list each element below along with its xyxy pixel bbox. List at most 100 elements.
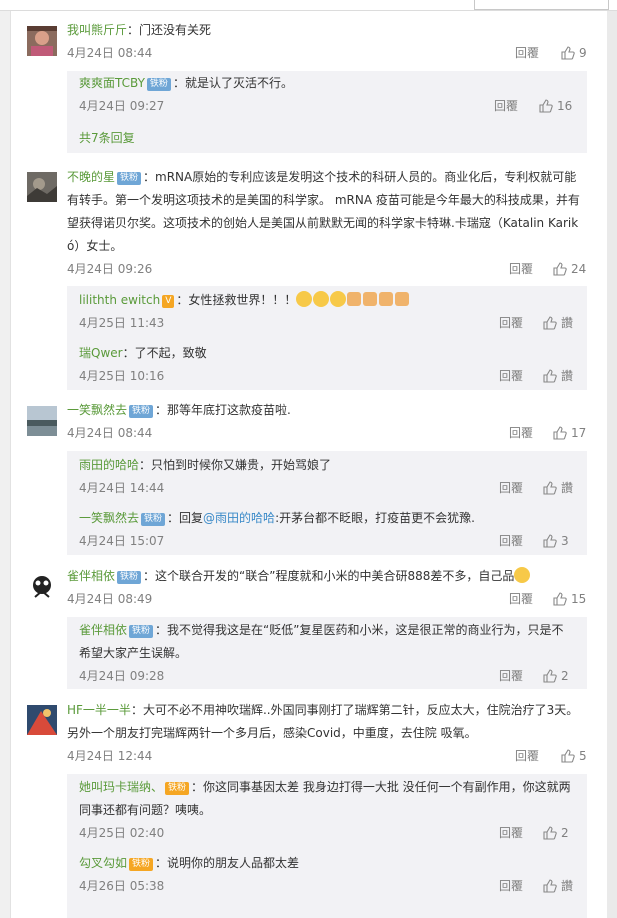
reply-text: ：说明你的朋友人品都太差 xyxy=(155,856,300,870)
comment-text: ：mRNA原始的专利应该是发明这个技术的科研人员的。商业化后，专利权就可能有转手… xyxy=(67,170,580,253)
like-button[interactable]: 讚 xyxy=(543,477,573,499)
comment: 雀伴相依 铁粉 ：这个联合开发的“联合”程度就和小米的中美合研888差不多，自己品 … xyxy=(67,565,587,610)
avatar[interactable] xyxy=(27,26,57,56)
timestamp: 4月25日 10:16 xyxy=(79,369,165,383)
reply-button[interactable]: 回覆 xyxy=(499,477,523,499)
thumbs-up-icon xyxy=(553,592,567,606)
username[interactable]: 雨田的哈哈 xyxy=(79,458,139,472)
comment-text: ：这个联合开发的“联合”程度就和小米的中美合研888差不多，自己品 xyxy=(143,569,515,583)
thumbs-emoji-icon xyxy=(395,292,410,306)
like-button[interactable]: 9 xyxy=(561,42,587,64)
timestamp: 4月24日 09:28 xyxy=(79,669,165,683)
like-button[interactable]: 讚 xyxy=(543,365,573,387)
comment: HF一半一半：大可不必不用神吹瑞辉..外国同事刚打了瑞辉第二针，反应太大，住院治… xyxy=(67,699,587,767)
username[interactable]: 一笑飘然去 xyxy=(67,403,127,417)
thumbs-up-icon xyxy=(543,826,557,840)
like-count: 讚 xyxy=(561,316,574,330)
thumbs-emoji-icon xyxy=(379,292,394,306)
username[interactable]: lilithth ewitch xyxy=(79,293,160,307)
timestamp: 4月26日 05:38 xyxy=(79,879,165,893)
thumbs-up-icon xyxy=(543,369,557,383)
fan-badge: 铁粉 xyxy=(117,571,142,584)
timestamp: 4月24日 14:44 xyxy=(79,481,165,495)
like-count: 16 xyxy=(557,99,573,113)
like-button[interactable]: 5 xyxy=(561,745,587,767)
username[interactable]: 我叫熊斤斤 xyxy=(67,23,127,37)
sub-replies: 雀伴相依 铁粉 ：我不觉得我这是在“贬低”复星医药和小米，这是很正常的商业行为，只是… xyxy=(67,617,587,689)
like-count: 3 xyxy=(561,534,569,548)
browser-top-edge xyxy=(0,0,617,11)
username[interactable]: 爽爽面TCBY xyxy=(79,76,145,90)
avatar[interactable] xyxy=(27,406,57,436)
tab-edge xyxy=(474,0,609,10)
reply-button[interactable]: 回覆 xyxy=(509,258,533,280)
thumbs-up-icon xyxy=(539,99,553,113)
thumbs-up-icon xyxy=(561,749,575,763)
reply-button[interactable]: 回覆 xyxy=(499,665,523,687)
reply-button[interactable]: 回覆 xyxy=(499,365,523,387)
avatar[interactable] xyxy=(27,571,57,601)
username[interactable]: 雀伴相依 xyxy=(79,623,127,637)
avatar[interactable] xyxy=(27,172,57,202)
thumbs-up-icon xyxy=(543,669,557,683)
like-button[interactable]: 讚 xyxy=(543,875,573,897)
crying-emoji-icon xyxy=(330,291,347,307)
mention-link[interactable]: @雨田的哈哈 xyxy=(203,511,275,525)
like-count: 2 xyxy=(561,826,569,840)
reply-button[interactable]: 回覆 xyxy=(499,822,523,844)
like-button[interactable]: 24 xyxy=(553,258,586,280)
like-count: 24 xyxy=(571,262,587,276)
avatar[interactable] xyxy=(27,705,57,735)
fan-badge: 铁粉 xyxy=(129,405,154,418)
username[interactable]: 不晚的星 xyxy=(67,170,115,184)
reply-button[interactable]: 回覆 xyxy=(499,530,523,552)
comment: 一笑飘然去 铁粉 ：那等年底打这款疫苗啦. 4月24日 08:44 回覆 17 xyxy=(67,399,587,444)
like-count: 15 xyxy=(571,592,587,606)
reply-button[interactable]: 回覆 xyxy=(509,422,533,444)
like-count: 讚 xyxy=(561,879,574,893)
thumbs-up-icon xyxy=(543,316,557,330)
reply-button[interactable]: 回覆 xyxy=(515,42,539,64)
like-count: 讚 xyxy=(561,369,574,383)
reply-text: ：就是认了灭活不行。 xyxy=(172,76,293,90)
comment-text: ：大可不必不用神吹瑞辉..外国同事刚打了瑞辉第二针，反应太大，住院治疗了3天。另… xyxy=(67,703,579,740)
thumbs-up-icon xyxy=(543,879,557,893)
like-button[interactable]: 2 xyxy=(543,665,569,687)
reply-button[interactable]: 回覆 xyxy=(499,875,523,897)
username[interactable]: HF一半一半 xyxy=(67,703,131,717)
sub-replies: 雨田的哈哈：只怕到时候你又嫌贵，开始骂娘了 4月24日 14:44 回覆 讚 一… xyxy=(67,451,587,555)
username[interactable]: 她叫玛卡瑞纳、 xyxy=(79,780,163,794)
timestamp: 4月24日 09:27 xyxy=(79,99,165,113)
reply-text: ：只怕到时候你又嫌贵，开始骂娘了 xyxy=(139,458,332,472)
reply-button[interactable]: 回覆 xyxy=(499,312,523,334)
sub-replies: lilithth ewitch V ：女性拯救世界！！！ 4月25日 11:43 回… xyxy=(67,286,587,390)
thumbs-up-icon xyxy=(543,481,557,495)
timestamp: 4月24日 08:44 xyxy=(67,46,153,60)
fan-badge: 铁粉 xyxy=(129,625,154,638)
like-count: 讚 xyxy=(561,481,574,495)
thumbs-up-icon xyxy=(561,46,575,60)
timestamp: 4月24日 09:26 xyxy=(67,262,153,276)
fan-badge: 铁粉 xyxy=(141,513,166,526)
username[interactable]: 勾叉勾如 xyxy=(79,856,127,870)
fan-badge: 铁粉 xyxy=(117,172,142,185)
reply-button[interactable]: 回覆 xyxy=(515,745,539,767)
reply-text: ：了不起，致敬 xyxy=(122,346,207,360)
scrollbar-track[interactable] xyxy=(607,11,617,918)
like-button[interactable]: 15 xyxy=(553,588,586,610)
like-button[interactable]: 17 xyxy=(553,422,586,444)
like-button[interactable]: 2 xyxy=(543,822,569,844)
more-replies-link[interactable]: 共7条回复 xyxy=(79,127,575,149)
username[interactable]: 一笑飘然去 xyxy=(79,511,139,525)
like-button[interactable]: 3 xyxy=(543,530,569,552)
reply-button[interactable]: 回覆 xyxy=(509,588,533,610)
username[interactable]: 瑞Qwer xyxy=(79,346,123,360)
reply-text: :开茅台都不眨眼，打疫苗更不会犹豫. xyxy=(275,511,475,525)
thumbs-emoji-icon xyxy=(347,292,362,306)
thumbs-up-icon xyxy=(543,534,557,548)
like-button[interactable]: 讚 xyxy=(543,312,573,334)
reply-button[interactable]: 回覆 xyxy=(494,95,518,117)
username[interactable]: 雀伴相依 xyxy=(67,569,115,583)
comment-text: ：门还没有关死 xyxy=(127,23,212,37)
like-button[interactable]: 16 xyxy=(539,95,572,117)
